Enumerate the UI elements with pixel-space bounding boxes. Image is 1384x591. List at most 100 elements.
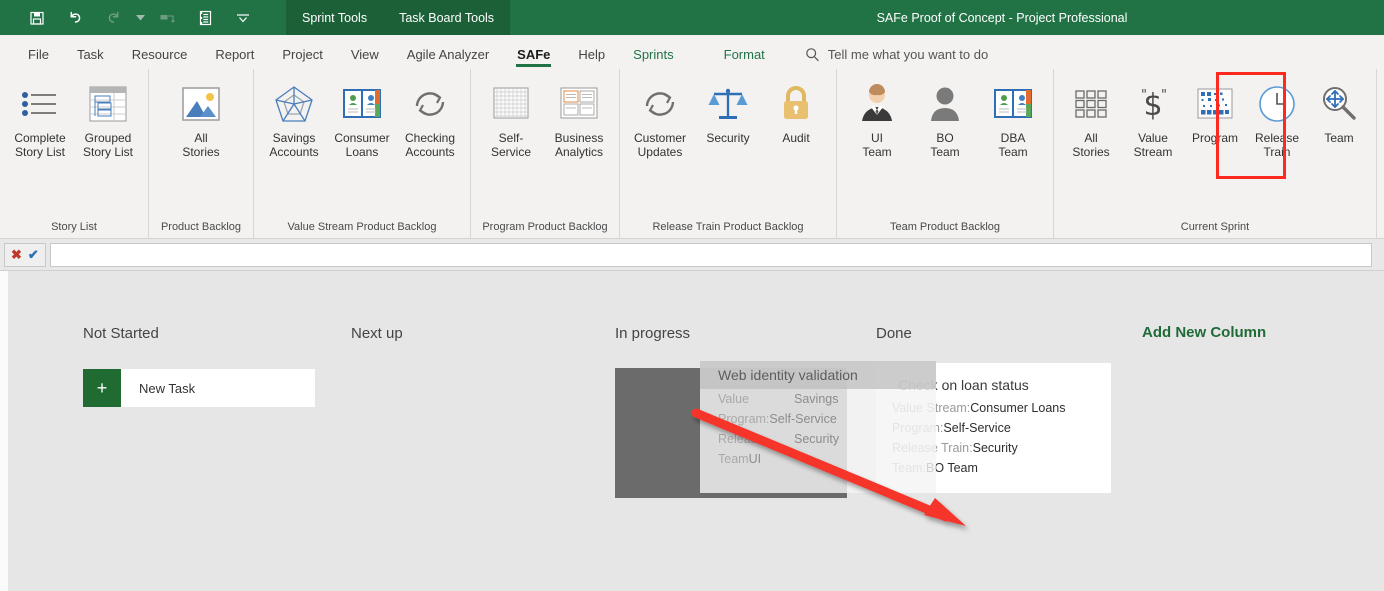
ribbon-button-business-analytics[interactable]: Business Analytics <box>545 75 613 161</box>
ribbon-button-label: All Stories <box>182 131 220 159</box>
picture-icon <box>180 81 222 127</box>
tab-format[interactable]: Format <box>710 47 779 69</box>
dragged-card-field-program: Program: Self-Service <box>718 412 837 426</box>
ribbon-button-grouped-story-list[interactable]: Grouped Story List <box>74 75 142 161</box>
ribbon-button-team[interactable]: Team <box>1308 75 1370 147</box>
ribbon-group-label: Product Backlog <box>160 221 242 233</box>
ribbon-button-label: Customer Updates <box>633 131 686 159</box>
tab-view[interactable]: View <box>337 47 393 69</box>
ribbon-button-checking-accounts[interactable]: Checking Accounts <box>396 75 464 161</box>
ribbon-button-label: Security <box>706 131 750 145</box>
ribbon-button-all-stories-sprint[interactable]: All Stories <box>1060 75 1122 161</box>
dragged-card-field-team: Team UI <box>718 452 762 466</box>
ribbon-group-product-backlog: All Stories Product Backlog <box>148 69 253 238</box>
tab-safe[interactable]: SAFe <box>503 47 564 69</box>
pixel-dots-icon <box>1194 81 1236 127</box>
person-silhouette-icon <box>924 81 966 127</box>
dollar-quotes-icon: $ " " <box>1133 81 1173 127</box>
ribbon-button-self-service[interactable]: Self- Service <box>477 75 545 161</box>
ribbon-button-complete-story-list[interactable]: Complete Story List <box>6 75 74 161</box>
ribbon-button-audit[interactable]: Audit <box>762 75 830 147</box>
businessperson-icon <box>856 81 898 127</box>
customize-quick-access-icon[interactable] <box>224 3 262 33</box>
clock-icon <box>1255 81 1299 127</box>
lock-icon <box>778 81 814 127</box>
grouped-table-icon <box>88 81 128 127</box>
ribbon-group-current-sprint: All Stories $ " " Value Stream Program R… <box>1053 69 1376 238</box>
redo-icon[interactable] <box>94 3 132 33</box>
ribbon-button-customer-updates[interactable]: Customer Updates <box>626 75 694 161</box>
ribbon-button-label: Audit <box>782 131 810 145</box>
ribbon-button-label: DBA Team <box>998 131 1028 159</box>
ribbon-group-value-stream-product-backlog: Savings Accounts Consumer Loans Checking… <box>253 69 470 238</box>
ribbon-button-security[interactable]: Security <box>694 75 762 147</box>
ribbon-button-label: Grouped Story List <box>82 131 133 159</box>
confirm-check-icon[interactable]: ✔ <box>28 248 39 261</box>
tab-agile-analyzer[interactable]: Agile Analyzer <box>393 47 503 69</box>
ribbon-button-label: Program <box>1191 131 1238 145</box>
ribbon-group-label: Story List <box>51 221 97 233</box>
ribbon-group-label: Current Sprint <box>1180 221 1250 233</box>
save-icon[interactable] <box>18 3 56 33</box>
ribbon-button-ui-team[interactable]: UI Team <box>843 75 911 161</box>
ribbon-group-team-product-backlog: UI Team BO Team DBA Team Team Product Ba… <box>836 69 1053 238</box>
ribbon-button-label: Savings Accounts <box>269 131 319 159</box>
redo-dropdown-caret-icon[interactable] <box>132 3 148 33</box>
plus-icon[interactable]: + <box>83 369 121 407</box>
new-task-card[interactable]: + New Task <box>83 369 315 407</box>
ribbon-button-label: Value Stream <box>1133 131 1173 159</box>
ribbon-button-value-stream[interactable]: $ " " Value Stream <box>1122 75 1184 161</box>
entry-input[interactable] <box>49 242 1372 267</box>
tab-help[interactable]: Help <box>564 47 619 69</box>
add-new-column-button[interactable]: Add New Column <box>1142 324 1266 341</box>
layout-panels-icon <box>558 81 600 127</box>
column-header-in-progress: In progress <box>615 325 691 342</box>
tell-me-search[interactable]: Tell me what you want to do <box>805 47 988 69</box>
ribbon-group-spacer <box>1376 69 1384 238</box>
entry-bar: ✖ ✔ <box>0 239 1384 271</box>
ribbon-button-label: All Stories <box>1072 131 1110 159</box>
title-bar: Sprint Tools Task Board Tools SAFe Proof… <box>0 0 1384 35</box>
ribbon-button-dba-team[interactable]: DBA Team <box>979 75 1047 161</box>
dragged-task-card-ghost[interactable]: Web identity validation Value Savings Pro… <box>700 361 936 493</box>
scales-balance-icon <box>707 81 749 127</box>
tab-sprints[interactable]: Sprints <box>619 47 687 69</box>
open-book-people-icon <box>341 81 383 127</box>
context-tab-task-board-tools[interactable]: Task Board Tools <box>383 0 511 35</box>
svg-text:": " <box>1161 88 1167 103</box>
link-tasks-icon[interactable] <box>148 3 186 33</box>
ribbon-button-bo-team[interactable]: BO Team <box>911 75 979 161</box>
ribbon-button-release-train[interactable]: Release Train <box>1246 75 1308 161</box>
tab-project[interactable]: Project <box>268 47 336 69</box>
ribbon-button-label: Checking Accounts <box>404 131 456 159</box>
ribbon-button-label: Release Train <box>1254 131 1300 159</box>
ribbon-button-consumer-loans[interactable]: Consumer Loans <box>328 75 396 161</box>
ribbon-button-label: Self- Service <box>490 131 531 159</box>
tab-task[interactable]: Task <box>63 47 118 69</box>
tab-file[interactable]: File <box>14 47 63 69</box>
ribbon-body: Complete Story List Grouped Story List S… <box>0 69 1384 239</box>
tab-report[interactable]: Report <box>201 47 268 69</box>
notes-icon[interactable] <box>186 3 224 33</box>
undo-icon[interactable] <box>56 3 94 33</box>
ribbon-button-program[interactable]: Program <box>1184 75 1246 147</box>
tab-resource[interactable]: Resource <box>118 47 202 69</box>
ribbon-button-savings-accounts[interactable]: Savings Accounts <box>260 75 328 161</box>
squares-grid-icon <box>1071 81 1111 127</box>
ribbon-group-label: Value Stream Product Backlog <box>287 221 437 233</box>
tell-me-placeholder: Tell me what you want to do <box>827 47 989 62</box>
refresh-cycle-icon <box>409 81 451 127</box>
dragged-card-field-value: Value Savings <box>718 392 839 406</box>
ribbon-group-label: Team Product Backlog <box>889 221 1001 233</box>
cancel-x-icon[interactable]: ✖ <box>11 248 22 261</box>
ribbon-button-all-stories-backlog[interactable]: All Stories <box>167 75 235 161</box>
ribbon-button-label: Team <box>1324 131 1354 145</box>
refresh-cycle-icon <box>639 81 681 127</box>
ribbon-group-release-train-product-backlog: Customer Updates Security Audit Release … <box>619 69 836 238</box>
ribbon-group-program-product-backlog: Self- Service Business Analytics Program… <box>470 69 619 238</box>
search-icon <box>805 47 820 62</box>
ribbon-button-label: BO Team <box>930 131 960 159</box>
new-task-label: New Task <box>139 380 196 396</box>
context-tab-sprint-tools[interactable]: Sprint Tools <box>286 0 384 35</box>
svg-text:": " <box>1141 88 1147 103</box>
